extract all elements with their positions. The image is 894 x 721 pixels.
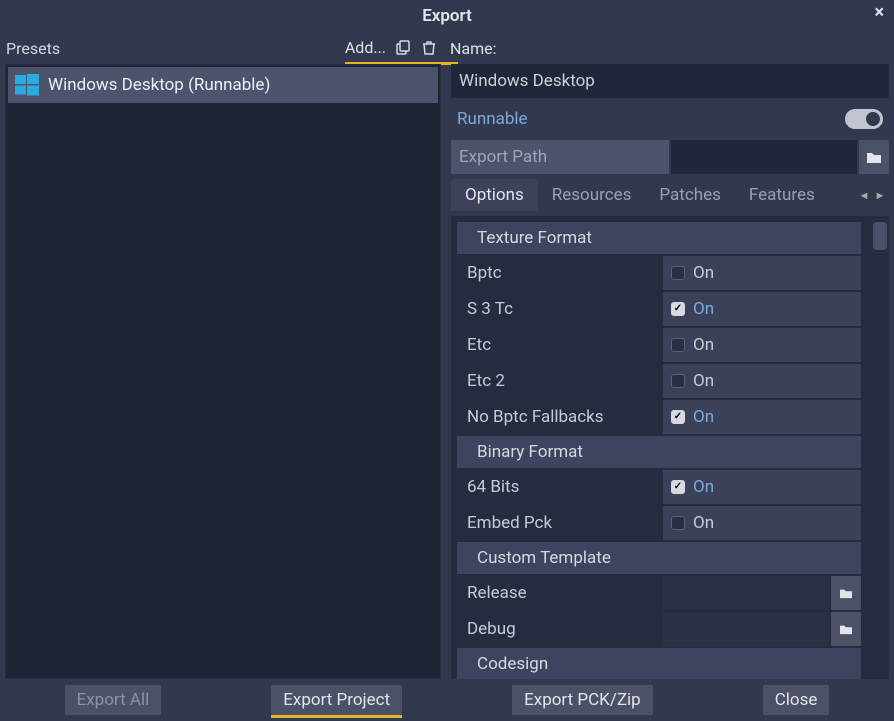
section-custom-template: Custom Template [457,542,861,574]
checkbox-icon [671,338,685,352]
prop-s3tc: S 3 Tc On [457,292,861,326]
tab-options[interactable]: Options [451,179,538,211]
prop-64-bits: 64 Bits On [457,470,861,504]
tab-scroll-left-icon[interactable]: ◄ [857,188,871,202]
checkbox-icon [671,374,685,388]
tab-resources[interactable]: Resources [538,179,646,211]
debug-path-input[interactable] [663,612,829,646]
etc2-checkbox[interactable]: On [663,364,861,398]
export-path-browse-button[interactable] [859,140,889,174]
tab-scroll-right-icon[interactable]: ► [873,188,887,202]
tab-scroll: ◄ ► [857,188,887,202]
tab-patches[interactable]: Patches [645,179,735,211]
duplicate-icon[interactable] [394,39,412,57]
runnable-label: Runnable [457,109,528,129]
no-bptc-fallbacks-checkbox[interactable]: On [663,400,861,434]
preset-item-windows[interactable]: Windows Desktop (Runnable) [8,67,438,103]
tabs: Options Resources Patches Features ◄ ► [451,178,889,212]
name-label: Name: [450,39,497,58]
export-all-button[interactable]: Export All [65,685,162,715]
debug-browse-button[interactable] [831,612,861,646]
prop-bptc: Bptc On [457,256,861,290]
trash-icon[interactable] [420,39,438,57]
prop-release: Release [457,576,861,610]
close-icon[interactable]: × [874,4,884,22]
checkbox-icon [671,410,685,424]
etc-checkbox[interactable]: On [663,328,861,362]
section-codesign: Codesign [457,648,861,679]
scrollbar-thumb[interactable] [873,222,887,250]
prop-debug: Debug [457,612,861,646]
export-pck-button[interactable]: Export PCK/Zip [512,685,653,715]
preset-details: Windows Desktop Runnable Export Path Opt… [451,64,889,679]
close-button[interactable]: Close [763,685,830,715]
preset-name-input[interactable]: Windows Desktop [451,64,889,98]
add-preset-button[interactable]: Add... [345,38,386,59]
export-project-button[interactable]: Export Project [271,685,402,715]
options-panel: Texture Format Bptc On S 3 Tc On [451,216,889,679]
embed-pck-checkbox[interactable]: On [663,506,861,540]
presets-label: Presets [6,39,60,58]
prop-etc2: Etc 2 On [457,364,861,398]
tab-features[interactable]: Features [735,179,829,211]
preset-list[interactable]: Windows Desktop (Runnable) [5,64,441,679]
dialog-title: Export [422,6,472,26]
checkbox-icon [671,480,685,494]
export-path-label: Export Path [451,140,669,174]
section-binary-format: Binary Format [457,436,861,468]
export-path-input[interactable] [671,140,857,174]
runnable-toggle[interactable] [845,109,883,129]
section-texture-format: Texture Format [457,222,861,254]
checkbox-icon [671,516,685,530]
windows-icon [14,72,40,98]
checkbox-icon [671,302,685,316]
prop-no-bptc-fallbacks: No Bptc Fallbacks On [457,400,861,434]
checkbox-icon [671,266,685,280]
footer: Export All Export Project Export PCK/Zip… [0,679,894,721]
prop-etc: Etc On [457,328,861,362]
release-path-input[interactable] [663,576,829,610]
preset-item-label: Windows Desktop (Runnable) [48,75,270,95]
release-browse-button[interactable] [831,576,861,610]
bptc-checkbox[interactable]: On [663,256,861,290]
topbar: Presets Add... Name: [0,32,894,64]
bits64-checkbox[interactable]: On [663,470,861,504]
s3tc-checkbox[interactable]: On [663,292,861,326]
dialog-titlebar: Export × [0,0,894,28]
prop-embed-pck: Embed Pck On [457,506,861,540]
